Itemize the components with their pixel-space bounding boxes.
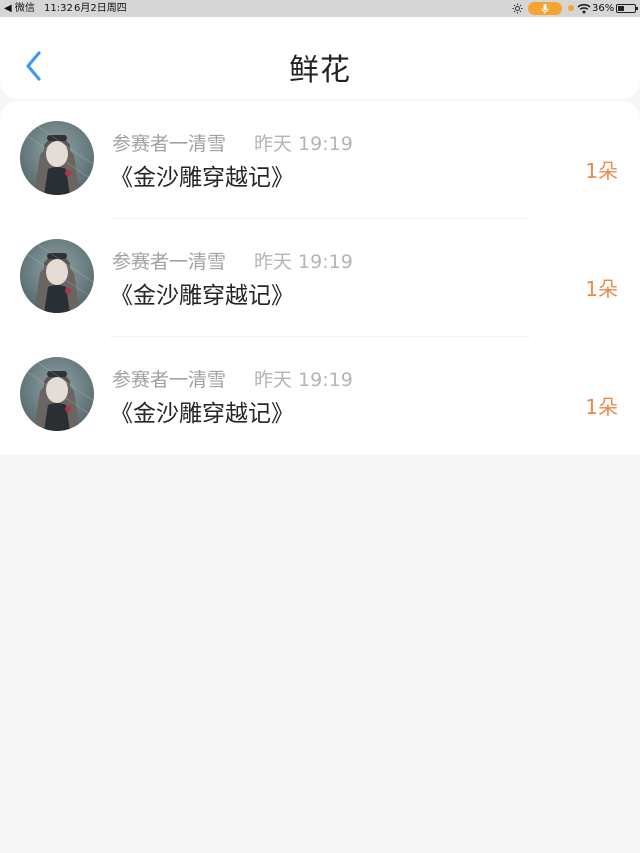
work-title: 《金沙雕穿越记》 — [110, 283, 294, 309]
post-time: 昨天 19:19 — [254, 369, 353, 391]
list-item[interactable]: 参赛者一清雪 昨天 19:19 《金沙雕穿越记》 1朵 — [0, 101, 640, 219]
post-time: 昨天 19:19 — [254, 251, 353, 273]
user-name: 参赛者一清雪 — [112, 133, 227, 155]
avatar[interactable] — [20, 357, 94, 431]
wifi-icon — [577, 3, 591, 14]
flower-count: 1朵 — [585, 277, 618, 301]
work-title: 《金沙雕穿越记》 — [110, 401, 294, 427]
status-time: 11:32 — [44, 3, 73, 14]
status-date: 6月2日周四 — [74, 3, 127, 14]
work-title: 《金沙雕穿越记》 — [110, 165, 294, 191]
brightness-icon — [512, 3, 523, 14]
list-item[interactable]: 参赛者一清雪 昨天 19:19 《金沙雕穿越记》 1朵 — [0, 337, 640, 455]
avatar[interactable] — [20, 239, 94, 313]
navigation-bar: 鲜花 — [0, 17, 640, 99]
battery-percent: 36% — [592, 3, 615, 14]
back-to-app-link[interactable]: ◀ 微信 — [4, 2, 35, 15]
microphone-indicator — [528, 2, 562, 15]
status-bar: ◀ 微信 11:32 6月2日周四 36% — [0, 0, 640, 17]
page-title: 鲜花 — [289, 53, 351, 88]
list-item[interactable]: 参赛者一清雪 昨天 19:19 《金沙雕穿越记》 1朵 — [0, 219, 640, 337]
microphone-icon — [541, 4, 549, 14]
post-time: 昨天 19:19 — [254, 133, 353, 155]
flower-count: 1朵 — [585, 159, 618, 183]
avatar[interactable] — [20, 121, 94, 195]
flower-list: 参赛者一清雪 昨天 19:19 《金沙雕穿越记》 1朵 参赛者一清雪 昨天 19… — [0, 101, 640, 454]
flower-count: 1朵 — [585, 395, 618, 419]
battery-icon — [616, 4, 638, 13]
user-name: 参赛者一清雪 — [112, 369, 227, 391]
recording-dot — [568, 5, 574, 11]
user-name: 参赛者一清雪 — [112, 251, 227, 273]
